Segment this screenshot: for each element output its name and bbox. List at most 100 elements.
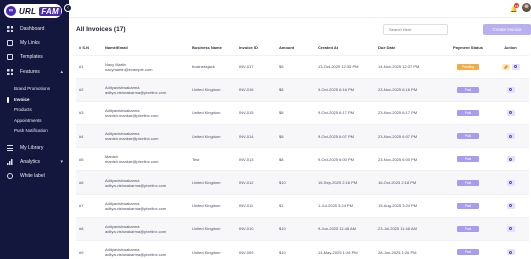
view-icon[interactable]: [506, 86, 515, 93]
customer-email: nacymartin@example.com: [105, 66, 153, 72]
column-header-name-email: Name/Email: [105, 45, 128, 51]
chevron-up-icon: ▴: [60, 69, 63, 75]
status-badge: Pending: [457, 63, 479, 70]
submenu-item-appointments[interactable]: Appointments: [13, 116, 65, 127]
invoices-table-body: #1 Nacy Martin nacymartin@example.com busin…: [76, 54, 529, 259]
library-icon: [7, 145, 13, 151]
cell-due-date: 23-Nov-2025 6:00 PM: [375, 147, 444, 171]
customer-email: aditya.vishwakarma@pixelinx.com: [105, 89, 167, 95]
cell-due-date: 14-Nov-2025 12:37 PM: [375, 54, 444, 79]
cell-amount: $1: [276, 193, 315, 218]
table-row: #2 Adityavishwakarma aditya.vishwakarma@pi…: [76, 77, 529, 102]
cell-sn: #4: [76, 124, 102, 148]
submenu-item-push-notification[interactable]: Push Notification: [13, 126, 65, 137]
cell-invoice-id: INV-009: [236, 239, 276, 259]
cell-amount: $8: [276, 100, 315, 125]
cell-business: United Kingdom: [189, 124, 236, 148]
cell-payment-status: Paid: [444, 239, 492, 259]
cell-invoice-id: INV-013: [236, 147, 276, 171]
sidebar-item-analytics[interactable]: Analytics ▾: [7, 158, 65, 166]
page-title: All Invoices (17): [76, 26, 126, 33]
cell-business: Test: [189, 147, 236, 171]
cell-amount: $10: [276, 170, 315, 195]
cell-payment-status: Paid: [444, 100, 492, 125]
view-icon[interactable]: [506, 179, 515, 186]
cell-due-date: 28-Jun-2025 1:26 PM: [375, 239, 444, 259]
top-bar: 🔔 15 ▾: [69, 0, 531, 18]
cell-amount: $10: [276, 216, 315, 241]
brand-badge: FAM: [39, 6, 61, 16]
customer-email: aditya.vishwakarma@pixelinx.com: [105, 252, 167, 258]
cell-created-at: 16-Sep-2025 2:18 PM: [315, 170, 375, 195]
sidebar-item-white-label[interactable]: White label: [7, 172, 65, 180]
label-icon: [7, 173, 13, 179]
column-header-sn: # S.N: [79, 45, 90, 51]
notification-badge: 15: [514, 3, 519, 8]
cell-invoice-id: INV-016: [236, 77, 276, 102]
sidebar-item-templates[interactable]: Templates: [7, 53, 65, 61]
view-icon[interactable]: [511, 63, 520, 70]
edit-icon[interactable]: [501, 63, 510, 70]
cell-action: [492, 239, 529, 259]
view-icon[interactable]: [506, 225, 515, 232]
view-icon[interactable]: [506, 202, 515, 209]
features-submenu: Brand Promotions Invoice Products Appoin…: [7, 84, 65, 137]
column-header-amount: Amount: [279, 45, 295, 51]
cell-payment-status: Paid: [444, 77, 492, 102]
cell-payment-status: Paid: [444, 147, 492, 171]
column-header-due-date: Due Date: [378, 45, 396, 51]
submenu-item-products[interactable]: Products: [13, 105, 65, 116]
cell-name-email: Adityavishwakarma aditya.vishwakarma@pixe…: [102, 193, 189, 218]
avatar[interactable]: [522, 3, 531, 12]
sidebar-item-my-library[interactable]: My Library: [7, 144, 65, 152]
table-row: #8 Adityavishwakarma aditya.vishwakarma@pi…: [76, 216, 529, 241]
table-row: #9 Adityavishwakarma aditya.vishwakarma@pi…: [76, 239, 529, 259]
sidebar-collapse-button[interactable]: ‹: [64, 4, 72, 12]
sidebar-item-dashboard[interactable]: Dashboard: [7, 25, 65, 33]
view-icon[interactable]: [506, 133, 515, 140]
sidebar-item-my-links[interactable]: My Links: [7, 39, 65, 47]
sidebar-item-label: Analytics: [20, 159, 41, 165]
column-header-created-at: Created At: [318, 45, 339, 51]
cell-payment-status: Paid: [444, 124, 492, 148]
view-icon[interactable]: [506, 109, 515, 116]
cell-name-email: Adityavishwakarma aditya.vishwakarma@pixe…: [102, 77, 189, 102]
cell-invoice-id: INV-010: [236, 216, 276, 241]
cell-sn: #8: [76, 216, 102, 241]
cell-sn: #3: [76, 100, 102, 125]
cell-sn: #9: [76, 239, 102, 259]
view-icon[interactable]: [506, 249, 515, 256]
cell-business: United Kingdom: [189, 77, 236, 102]
cell-name-email: Adityavishwakarma aditya.vishwakarma@pixe…: [102, 239, 189, 259]
cell-created-at: 9-Oct-2025 6:00 PM: [315, 147, 375, 171]
cell-amount: $8: [276, 147, 315, 171]
view-icon[interactable]: [506, 156, 515, 163]
cell-due-date: 23-Nov-2025 6:17 PM: [375, 100, 444, 125]
cell-payment-status: Paid: [444, 193, 492, 218]
submenu-item-brand-promotions[interactable]: Brand Promotions: [13, 84, 65, 95]
cell-business: United Kingdom: [189, 216, 236, 241]
cell-business: United Kingdom: [189, 193, 236, 218]
status-badge: Paid: [457, 179, 479, 186]
brand-logo[interactable]: ∞ URL FAM: [4, 4, 62, 18]
sidebar-item-label: My Links: [20, 40, 40, 46]
cell-action: [492, 193, 529, 218]
cell-sn: #1: [76, 54, 102, 79]
cell-action: [492, 124, 529, 148]
submenu-item-invoice[interactable]: Invoice: [7, 95, 65, 106]
cell-name-email: Adityavishwakarma aditya.vishwakarma@pixe…: [102, 170, 189, 195]
search-input[interactable]: [383, 24, 448, 35]
cell-name-email: Nacy Martin nacymartin@example.com: [102, 54, 189, 79]
table-row: #6 Adityavishwakarma aditya.vishwakarma@pi…: [76, 170, 529, 195]
cell-action: [492, 147, 529, 171]
main-content: All Invoices (17) Create Invoice # S.N N…: [69, 18, 531, 259]
cell-amount: $5: [276, 54, 315, 79]
cell-due-date: 23-Nov-2025 6:16 PM: [375, 77, 444, 102]
sidebar-item-label: Features: [20, 69, 40, 75]
create-invoice-button[interactable]: Create Invoice: [483, 24, 531, 35]
cell-invoice-id: INV-012: [236, 170, 276, 195]
sidebar-item-features[interactable]: Features ▴: [7, 68, 65, 76]
cell-sn: #2: [76, 77, 102, 102]
customer-email: aditya.vishwakarma@pixelinx.com: [105, 205, 167, 211]
column-header-business: Business Name: [192, 45, 222, 51]
